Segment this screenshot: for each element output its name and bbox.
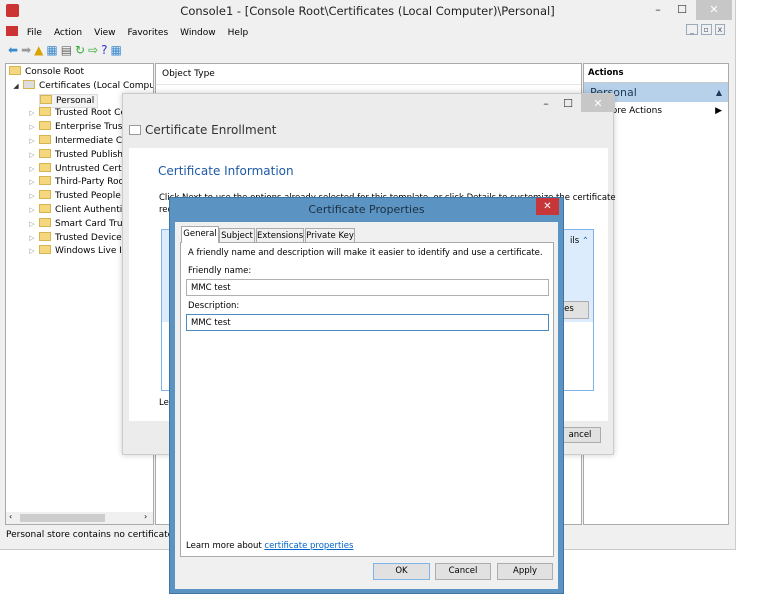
folder-icon bbox=[39, 217, 51, 227]
submenu-arrow-icon: ▶ bbox=[715, 106, 722, 116]
enroll-cancel-button[interactable]: ancel bbox=[559, 427, 601, 443]
folder-icon bbox=[39, 231, 51, 241]
properties-icon[interactable]: ▤ bbox=[61, 43, 75, 57]
maximize-button[interactable]: ☐ bbox=[672, 0, 692, 20]
column-header-object-type[interactable]: Object Type bbox=[156, 64, 581, 85]
expand-arrow-icon[interactable]: ▷ bbox=[25, 149, 39, 163]
folder-icon bbox=[39, 176, 51, 186]
mmc-app-icon bbox=[6, 4, 19, 17]
expand-arrow-icon[interactable]: ▷ bbox=[25, 163, 39, 177]
folder-icon bbox=[39, 134, 51, 144]
folder-icon bbox=[9, 66, 21, 75]
collapse-icon: ▲ bbox=[715, 88, 722, 97]
expand-arrow-icon[interactable]: ▷ bbox=[25, 190, 39, 204]
properties-title: Certificate Properties bbox=[308, 203, 425, 216]
help-icon[interactable]: ? bbox=[101, 43, 110, 57]
details-toggle[interactable]: ils ⌃ bbox=[570, 236, 589, 246]
description-input[interactable] bbox=[186, 314, 549, 331]
menu-window[interactable]: Window bbox=[180, 28, 216, 38]
folder-icon bbox=[39, 190, 51, 200]
tab-extensions[interactable]: Extensions bbox=[256, 228, 304, 243]
enroll-close-button[interactable]: ✕ bbox=[581, 94, 615, 112]
tab-general[interactable]: General bbox=[181, 226, 219, 243]
properties-close-button[interactable]: ✕ bbox=[536, 198, 559, 215]
mdi-minimize-button[interactable]: _ bbox=[686, 24, 698, 35]
mdi-restore-button[interactable]: ▫ bbox=[700, 24, 712, 35]
expand-arrow-icon[interactable]: ▷ bbox=[25, 245, 39, 259]
scroll-left-icon[interactable]: ‹ bbox=[9, 512, 12, 521]
mmc-menu-icon[interactable] bbox=[6, 26, 18, 36]
tab-private-key[interactable]: Private Key bbox=[305, 228, 355, 243]
mdi-controls: _ ▫ x bbox=[686, 24, 730, 38]
expand-arrow-icon[interactable]: ▷ bbox=[25, 204, 39, 218]
friendly-name-input[interactable] bbox=[186, 279, 549, 296]
expand-arrow-icon[interactable]: ▷ bbox=[25, 121, 39, 135]
expand-arrow-icon[interactable]: ▷ bbox=[25, 218, 39, 232]
friendly-name-label: Friendly name: bbox=[188, 266, 252, 276]
menu-action[interactable]: Action bbox=[54, 28, 82, 38]
scrollbar-thumb[interactable] bbox=[20, 514, 105, 522]
tree-item-certificates[interactable]: ◢ Certificates (Local Compute bbox=[9, 79, 153, 94]
window-title: Console1 - [Console Root\Certificates (L… bbox=[180, 4, 555, 18]
tab-subject[interactable]: Subject bbox=[219, 228, 255, 243]
expand-arrow-icon[interactable]: ▷ bbox=[25, 107, 39, 121]
menu-view[interactable]: View bbox=[94, 28, 115, 38]
export-icon[interactable]: ⇨ bbox=[88, 43, 101, 57]
enroll-maximize-button[interactable]: ☐ bbox=[559, 94, 577, 114]
intro-text: A friendly name and description will mak… bbox=[188, 248, 543, 258]
folder-icon bbox=[39, 107, 51, 117]
expand-arrow-icon[interactable]: ▷ bbox=[25, 176, 39, 190]
certificate-properties-link[interactable]: certificate properties bbox=[264, 541, 353, 551]
description-label: Description: bbox=[188, 301, 240, 311]
folder-icon bbox=[40, 94, 52, 104]
mdi-close-button[interactable]: x bbox=[714, 24, 726, 35]
forward-icon[interactable]: ➡ bbox=[21, 43, 34, 57]
enroll-heading: Certificate Information bbox=[158, 164, 294, 178]
scroll-right-icon[interactable]: › bbox=[144, 512, 147, 521]
folder-icon bbox=[39, 148, 51, 158]
folder-icon bbox=[39, 121, 51, 131]
cancel-button[interactable]: Cancel bbox=[435, 563, 491, 580]
toolbar: ⬅➡▲▦▤↻⇨?▦ bbox=[8, 43, 125, 57]
menu-favorites[interactable]: Favorites bbox=[127, 28, 168, 38]
menu-bar: File Action View Favorites Window Help bbox=[6, 26, 260, 38]
folder-icon bbox=[39, 245, 51, 255]
enroll-title: Certificate Enrollment bbox=[145, 123, 277, 137]
menu-help[interactable]: Help bbox=[228, 28, 249, 38]
apply-button[interactable]: Apply bbox=[497, 563, 553, 580]
learn-more-text: Learn more about certificate properties bbox=[186, 541, 354, 551]
certificate-icon bbox=[129, 125, 141, 135]
certificate-store-icon bbox=[23, 79, 35, 89]
folder-icon bbox=[39, 203, 51, 213]
tree-item-console-root[interactable]: Console Root bbox=[9, 66, 153, 80]
folder-icon bbox=[39, 162, 51, 172]
ok-button[interactable]: OK bbox=[373, 563, 430, 580]
refresh-icon[interactable]: ↻ bbox=[75, 43, 88, 57]
show-tree-icon[interactable]: ▦ bbox=[46, 43, 60, 57]
general-tab-panel: A friendly name and description will mak… bbox=[180, 242, 554, 557]
back-icon[interactable]: ⬅ bbox=[8, 43, 21, 57]
tree-horizontal-scrollbar[interactable]: ‹ › bbox=[6, 512, 153, 524]
up-folder-icon[interactable]: ▲ bbox=[34, 43, 46, 57]
minimize-button[interactable]: – bbox=[648, 0, 668, 20]
status-bar: Personal store contains no certificates. bbox=[6, 530, 181, 540]
close-button[interactable]: ✕ bbox=[696, 0, 732, 20]
expanded-arrow-icon[interactable]: ◢ bbox=[9, 80, 23, 94]
expand-arrow-icon[interactable]: ▷ bbox=[25, 232, 39, 246]
actions-header: Actions bbox=[584, 64, 728, 83]
show-action-pane-icon[interactable]: ▦ bbox=[111, 43, 125, 57]
expand-arrow-icon[interactable]: ▷ bbox=[25, 135, 39, 149]
enroll-minimize-button[interactable]: – bbox=[537, 94, 555, 114]
menu-file[interactable]: File bbox=[27, 28, 42, 38]
